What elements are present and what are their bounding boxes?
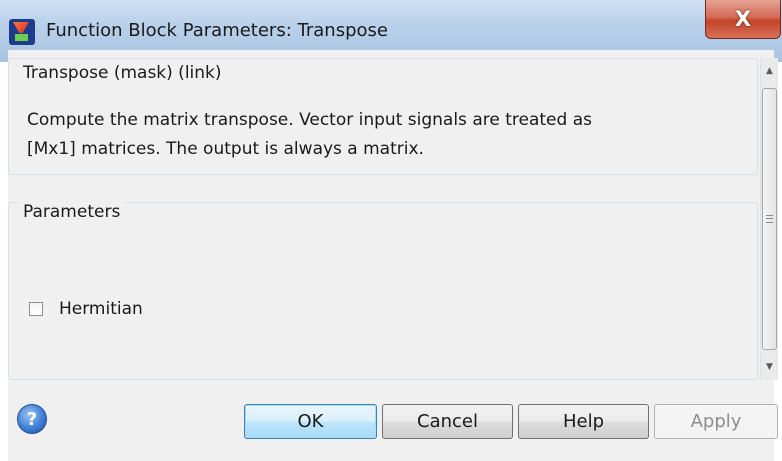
- hermitian-option[interactable]: Hermitian: [29, 299, 143, 319]
- close-icon: X: [734, 6, 752, 31]
- cancel-button[interactable]: Cancel: [382, 404, 513, 439]
- dialog-window: Function Block Parameters: Transpose X T…: [0, 0, 782, 461]
- description-group-title: Transpose (mask) (link): [19, 63, 226, 83]
- hermitian-checkbox[interactable]: [29, 302, 43, 316]
- scroll-down-arrow-icon[interactable]: ▼: [761, 358, 778, 376]
- window-title: Function Block Parameters: Transpose: [46, 20, 388, 41]
- apply-button[interactable]: Apply: [654, 404, 778, 439]
- scroll-up-arrow-icon[interactable]: ▲: [761, 62, 778, 80]
- hermitian-label[interactable]: Hermitian: [59, 299, 143, 319]
- parameters-group-title: Parameters: [19, 202, 125, 222]
- vertical-scrollbar[interactable]: ▲ ▼: [760, 58, 778, 380]
- block-description: Compute the matrix transpose. Vector inp…: [27, 106, 727, 164]
- ok-button[interactable]: OK: [244, 404, 377, 439]
- help-icon[interactable]: ?: [17, 404, 47, 434]
- close-button[interactable]: X: [705, 0, 781, 39]
- simulink-block-icon: [9, 19, 35, 45]
- scrollbar-thumb[interactable]: [762, 88, 777, 350]
- description-line-1: Compute the matrix transpose. Vector inp…: [27, 110, 592, 130]
- parameters-group: Parameters Hermitian: [8, 202, 758, 380]
- help-button[interactable]: Help: [518, 404, 649, 439]
- parameters-scroll-area: Transpose (mask) (link) Compute the matr…: [8, 58, 760, 380]
- scroll-grip-icon: [766, 215, 773, 223]
- description-group: Transpose (mask) (link) Compute the matr…: [8, 58, 758, 175]
- description-line-2: [Mx1] matrices. The output is always a m…: [27, 139, 424, 159]
